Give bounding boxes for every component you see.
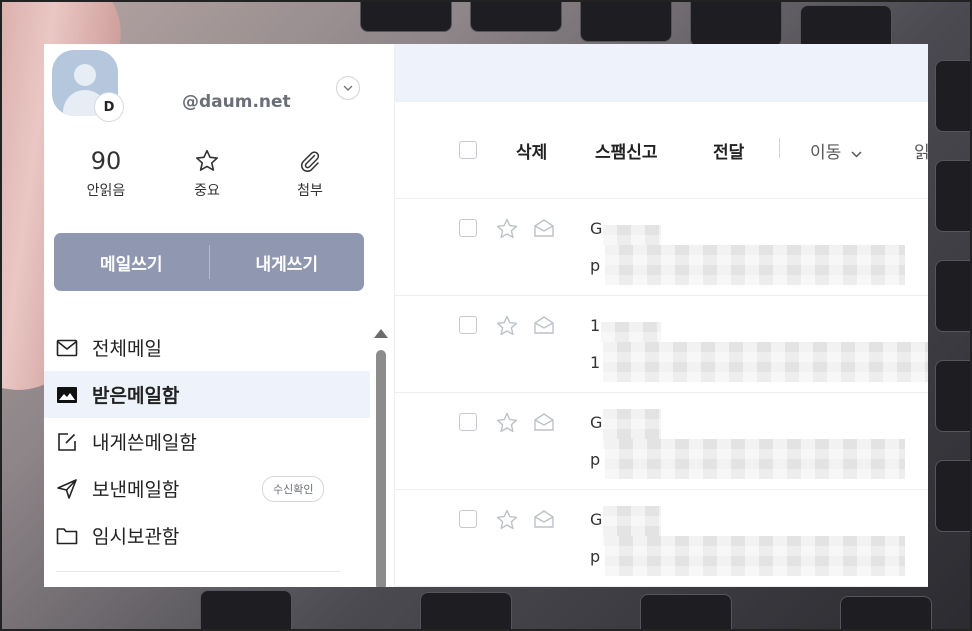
toolbar-divider <box>779 138 780 158</box>
nav-divider <box>56 571 340 572</box>
keyboard-key <box>360 0 452 32</box>
top-band <box>395 44 928 102</box>
note-edit-icon <box>56 431 78 453</box>
move-label: 이동 <box>810 143 842 163</box>
keyboard-key <box>935 60 972 132</box>
envelope-icon <box>56 337 78 359</box>
mark-read-button[interactable]: 읽 <box>914 138 928 163</box>
envelope-open-icon[interactable] <box>533 411 555 433</box>
write-to-me-button[interactable]: 내게쓰기 <box>210 250 365 275</box>
mail-subject: 1 <box>590 353 601 372</box>
keyboard-key <box>470 0 562 32</box>
forward-button[interactable]: 전달 <box>713 138 744 163</box>
mail-checkbox[interactable] <box>459 413 477 431</box>
sidebar-scrollbar[interactable] <box>374 329 388 587</box>
mail-row[interactable]: G p <box>395 393 928 490</box>
delete-button[interactable]: 삭제 <box>516 138 547 163</box>
blurred-sender <box>603 225 661 245</box>
star-icon[interactable] <box>495 508 519 532</box>
sidebar-item-drafts[interactable]: 임시보관함 <box>44 512 370 559</box>
envelope-open-icon[interactable] <box>533 508 555 530</box>
daum-badge: D <box>94 92 124 122</box>
sidebar-item-inbox[interactable]: 받은메일함 <box>44 371 370 418</box>
mail-checkbox[interactable] <box>459 219 477 237</box>
sidebar-item-label: 임시보관함 <box>92 526 180 548</box>
mail-subject: p <box>590 547 601 566</box>
keyboard-key <box>935 160 972 232</box>
blurred-subject <box>605 536 905 576</box>
star-icon <box>167 144 247 178</box>
compose-group: 메일쓰기 내게쓰기 <box>54 233 364 291</box>
paperclip-icon <box>270 144 350 178</box>
mail-row[interactable]: 1 1 <box>395 296 928 393</box>
keyboard-key <box>935 360 972 432</box>
mail-subject: p <box>590 450 601 469</box>
sidebar: D @daum.net 90 안읽음 중요 첨부 메일쓰기 내게쓰기 전체메일 … <box>44 44 395 587</box>
sidebar-item-label: 보낸메일함 <box>92 479 180 501</box>
mail-sender: G <box>590 413 603 432</box>
sidebar-item-label: 전체메일 <box>92 338 162 360</box>
mailbox-nav: 전체메일 받은메일함 내게쓴메일함 보낸메일함 수신확인 임시보관함 <box>44 324 370 559</box>
blurred-subject <box>603 342 928 382</box>
avatar-head <box>74 64 96 86</box>
mail-list: G p 1 1 G p G p <box>395 199 928 587</box>
mail-toolbar: 삭제 스팸신고 전달 이동 읽 <box>395 102 928 199</box>
envelope-open-icon[interactable] <box>533 314 555 336</box>
mail-checkbox[interactable] <box>459 316 477 334</box>
unread-stat[interactable]: 90 안읽음 <box>66 144 146 200</box>
blurred-subject <box>605 439 905 479</box>
report-spam-button[interactable]: 스팸신고 <box>595 138 658 163</box>
mail-sender: 1 <box>590 316 601 335</box>
sidebar-item-all-mail[interactable]: 전체메일 <box>44 324 370 371</box>
scroll-up-arrow-icon[interactable] <box>374 329 388 338</box>
send-icon <box>56 478 78 500</box>
read-receipt-button[interactable]: 수신확인 <box>262 476 325 502</box>
mail-row[interactable]: G p <box>395 199 928 296</box>
folder-icon <box>56 525 78 547</box>
star-icon[interactable] <box>495 314 519 338</box>
write-mail-button[interactable]: 메일쓰기 <box>54 250 209 275</box>
sidebar-item-label: 내게쓴메일함 <box>92 432 197 454</box>
unread-label: 안읽음 <box>86 183 126 199</box>
mail-row[interactable]: G p <box>395 490 928 587</box>
unread-count: 90 <box>90 147 122 175</box>
sidebar-item-sent[interactable]: 보낸메일함 수신확인 <box>44 465 370 512</box>
chevron-down-icon <box>851 151 862 158</box>
keyboard-key <box>935 460 972 532</box>
important-label: 중요 <box>194 183 220 199</box>
move-dropdown[interactable]: 이동 <box>810 138 862 163</box>
envelope-open-icon[interactable] <box>533 217 555 239</box>
attachment-label: 첨부 <box>297 183 323 199</box>
mail-sender: G <box>590 510 603 529</box>
blurred-sender <box>601 322 661 342</box>
keyboard-key <box>420 592 512 631</box>
mail-list-panel: 삭제 스팸신고 전달 이동 읽 G p 1 1 G p G p <box>395 44 928 587</box>
mail-sender: G <box>590 219 603 238</box>
inbox-icon <box>56 384 78 406</box>
mail-app-window: D @daum.net 90 안읽음 중요 첨부 메일쓰기 내게쓰기 전체메일 … <box>44 44 928 587</box>
scroll-thumb[interactable] <box>376 350 386 587</box>
keyboard-key <box>690 0 782 47</box>
star-icon[interactable] <box>495 217 519 241</box>
star-icon[interactable] <box>495 411 519 435</box>
chevron-down-icon[interactable] <box>336 76 360 100</box>
keyboard-key <box>840 596 932 631</box>
select-all-checkbox[interactable] <box>459 141 477 159</box>
mail-checkbox[interactable] <box>459 510 477 528</box>
important-stat[interactable]: 중요 <box>167 144 247 200</box>
keyboard-key <box>640 594 732 631</box>
attachment-stat[interactable]: 첨부 <box>270 144 350 200</box>
keyboard-key <box>935 260 972 332</box>
sidebar-item-label: 받은메일함 <box>92 385 180 407</box>
mail-subject: p <box>590 256 601 275</box>
account-email: @daum.net <box>182 92 291 112</box>
blurred-subject <box>605 245 905 285</box>
keyboard-key <box>580 0 672 42</box>
sidebar-item-sent-to-me[interactable]: 내게쓴메일함 <box>44 418 370 465</box>
keyboard-key <box>200 590 292 631</box>
mail-stats: 90 안읽음 중요 첨부 <box>44 144 364 214</box>
